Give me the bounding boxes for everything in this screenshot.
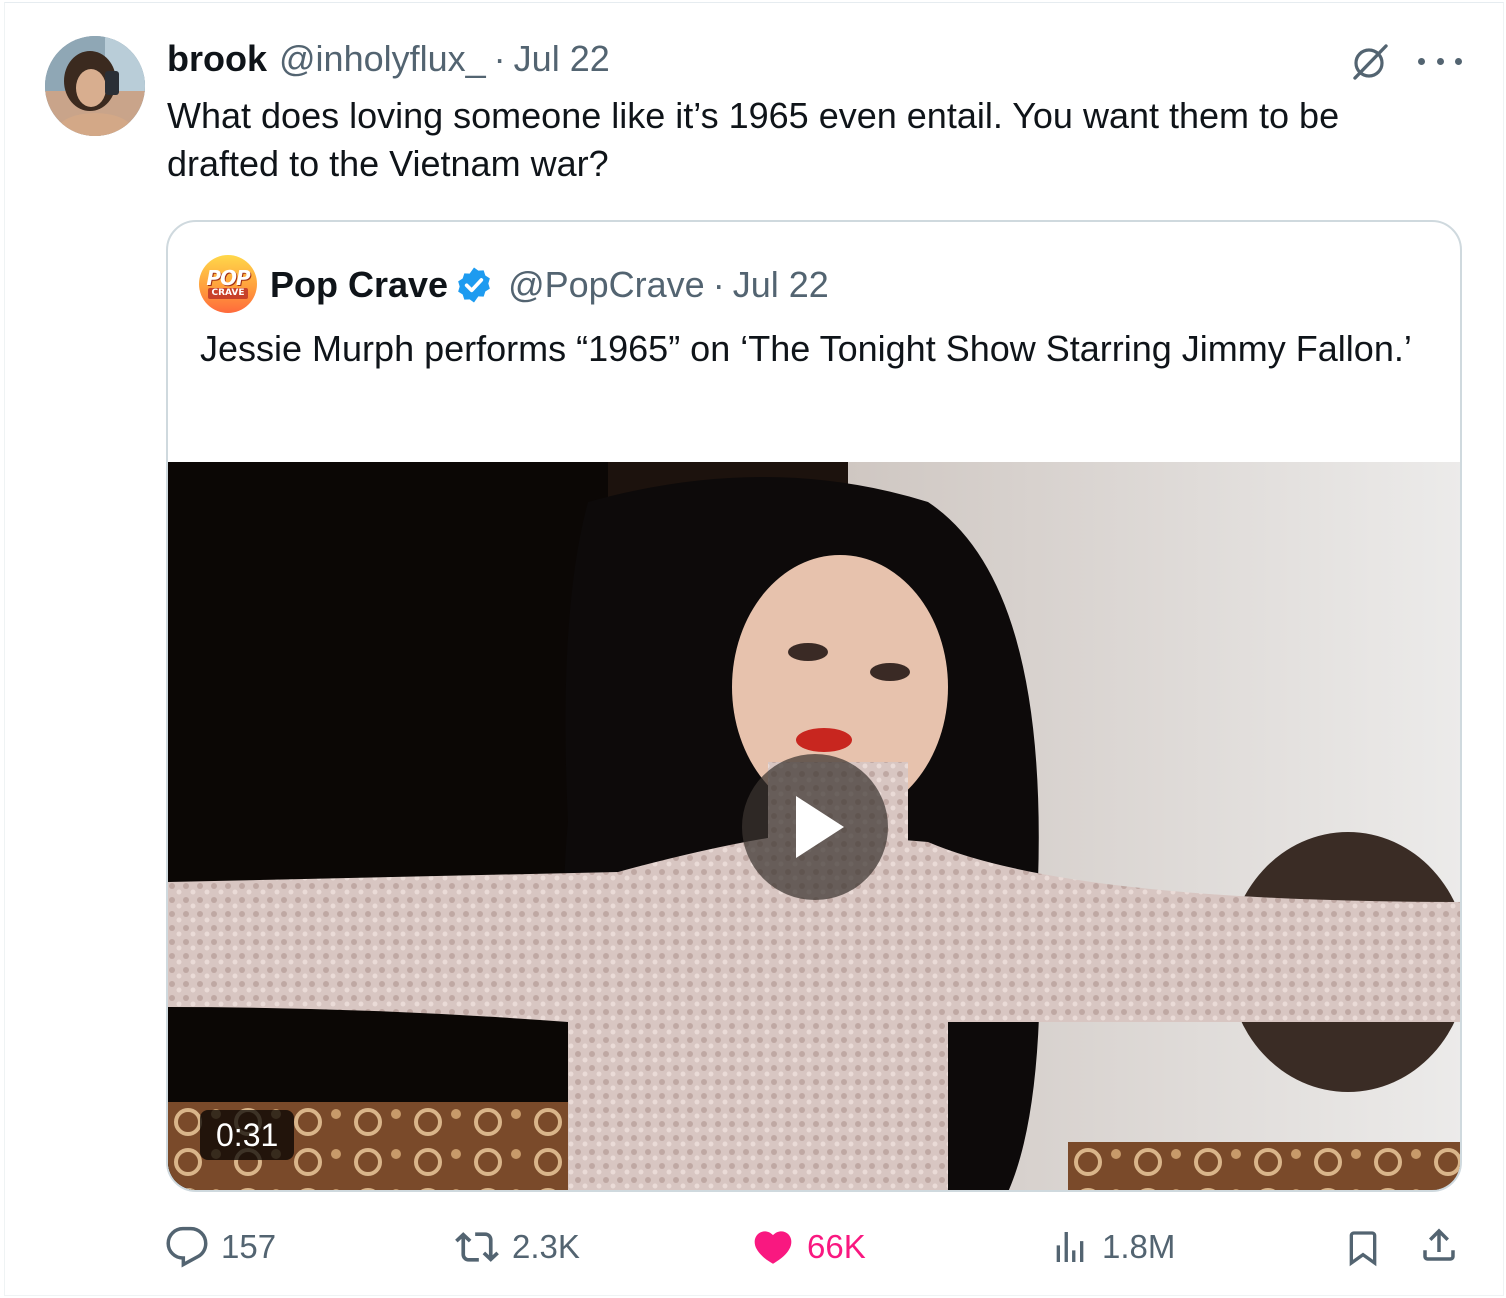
separator-dot: · bbox=[493, 38, 506, 79]
tweet-header: brook @inholyflux_ · Jul 22 bbox=[167, 38, 610, 84]
pop-crave-logo[interactable]: POP CRAVE bbox=[199, 255, 257, 313]
bookmark-icon[interactable] bbox=[1343, 1225, 1383, 1271]
author-handle[interactable]: @inholyflux_ bbox=[279, 38, 486, 80]
like-button[interactable]: 66K bbox=[751, 1222, 866, 1272]
action-bar: 157 2.3K 66K 1.8M bbox=[0, 1222, 1506, 1272]
reply-count: 157 bbox=[221, 1228, 277, 1265]
quote-header: Pop Crave @PopCrave · Jul 22 bbox=[270, 262, 829, 308]
reply-button[interactable]: 157 bbox=[165, 1222, 276, 1272]
tweet-date[interactable]: Jul 22 bbox=[514, 38, 610, 80]
quote-date[interactable]: Jul 22 bbox=[733, 264, 829, 306]
avatar[interactable] bbox=[45, 36, 145, 136]
author-name[interactable]: brook bbox=[167, 38, 267, 80]
views-icon bbox=[1056, 1232, 1084, 1262]
grok-icon[interactable] bbox=[1350, 42, 1390, 82]
quote-author-handle[interactable]: @PopCrave bbox=[508, 264, 705, 306]
quoted-tweet[interactable]: POP CRAVE Pop Crave @PopCrave · Jul 22 J… bbox=[166, 220, 1462, 1192]
play-icon bbox=[796, 796, 844, 858]
quote-author-name[interactable]: Pop Crave bbox=[270, 264, 448, 306]
views-button[interactable]: 1.8M bbox=[1050, 1222, 1175, 1272]
video-player[interactable]: 0:31 bbox=[168, 462, 1460, 1190]
reply-icon bbox=[166, 1226, 208, 1268]
repost-icon bbox=[455, 1232, 499, 1262]
like-heart-icon bbox=[754, 1231, 792, 1264]
more-options-icon[interactable] bbox=[1418, 44, 1462, 78]
tweet-text: What does loving someone like it’s 1965 … bbox=[167, 95, 1340, 184]
play-button[interactable] bbox=[742, 754, 888, 900]
verified-badge-icon bbox=[458, 267, 490, 303]
quote-separator-dot: · bbox=[712, 264, 725, 305]
avatar-photo bbox=[45, 36, 145, 136]
video-duration: 0:31 bbox=[200, 1110, 295, 1160]
repost-count: 2.3K bbox=[512, 1228, 580, 1265]
repost-button[interactable]: 2.3K bbox=[454, 1222, 580, 1272]
like-count: 66K bbox=[807, 1228, 866, 1265]
views-count: 1.8M bbox=[1102, 1228, 1176, 1265]
share-icon[interactable] bbox=[1418, 1222, 1460, 1268]
quote-text: Jessie Murph performs “1965” on ‘The Ton… bbox=[200, 328, 1412, 369]
